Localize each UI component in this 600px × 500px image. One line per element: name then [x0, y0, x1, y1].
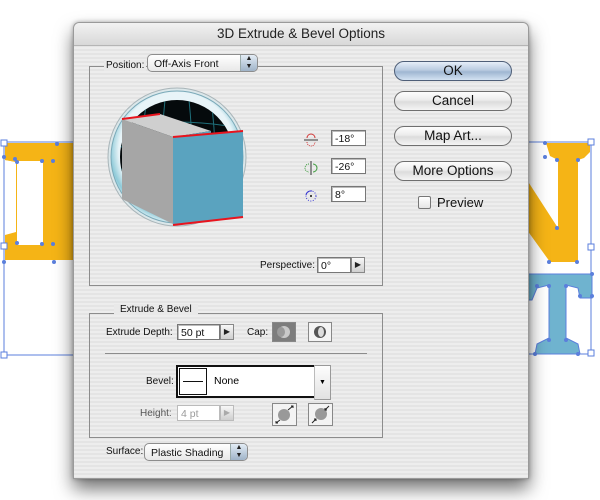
dialog-title: 3D Extrude & Bevel Options	[74, 23, 528, 46]
bevel-label: Bevel:	[146, 376, 174, 387]
position-selected-value: Off-Axis Front	[154, 58, 219, 70]
rotate-x-field[interactable]: -18°	[331, 130, 366, 146]
bevel-select[interactable]: None ▼	[176, 365, 331, 400]
perspective-slider-button[interactable]: ▶	[351, 257, 365, 273]
cap-solid-icon	[277, 326, 290, 338]
bevel-selected-value: None	[214, 375, 240, 387]
preview-checkbox[interactable]	[418, 196, 431, 209]
extrude-depth-field[interactable]: 50 pt	[177, 324, 220, 340]
cap-on-button[interactable]	[272, 322, 296, 342]
rotate-z-field[interactable]: 8°	[331, 186, 366, 202]
extrude-bevel-dialog: 3D Extrude & Bevel Options Position: Off…	[73, 22, 529, 479]
extrude-depth-slider-button[interactable]: ▶	[220, 324, 234, 340]
height-slider-button[interactable]: ▶	[220, 405, 234, 421]
position-label: Position:	[104, 60, 147, 71]
extrude-depth-label: Extrude Depth:	[106, 327, 173, 338]
cap-label: Cap:	[247, 327, 269, 338]
position-select[interactable]: Off-Axis Front ▲ ▼	[147, 54, 258, 72]
perspective-field[interactable]: 0°	[317, 257, 351, 273]
cancel-button[interactable]: Cancel	[394, 91, 512, 111]
height-label: Height:	[140, 408, 172, 419]
bevel-dropdown-button[interactable]: ▼	[314, 365, 331, 400]
bevel-extent-in-button[interactable]	[308, 403, 333, 426]
letter-t-artwork	[526, 272, 594, 356]
extrude-bevel-separator	[105, 353, 367, 354]
more-options-button[interactable]: More Options	[394, 161, 512, 181]
map-art-button[interactable]: Map Art...	[394, 126, 512, 146]
surface-select[interactable]: Plastic Shading ▲ ▼	[144, 443, 248, 461]
rotate-y-field[interactable]: -26°	[331, 158, 366, 174]
bevel-in-icon	[311, 405, 330, 424]
surface-label: Surface:	[106, 446, 144, 457]
rotate-x-axis-icon	[304, 133, 318, 147]
rotate-z-axis-icon	[305, 190, 317, 202]
extrude-bevel-legend: Extrude & Bevel	[114, 304, 198, 315]
cap-off-button[interactable]	[308, 322, 332, 342]
preview-label[interactable]: Preview	[437, 195, 483, 210]
bevel-extent-out-button[interactable]	[272, 403, 297, 426]
perspective-label: Perspective:	[260, 260, 316, 271]
bevel-preview-icon	[179, 368, 207, 395]
surface-selected-value: Plastic Shading	[151, 447, 224, 459]
bevel-out-icon	[275, 405, 294, 424]
rotation-trackball[interactable]	[107, 87, 247, 227]
cap-hollow-icon	[314, 326, 326, 338]
updown-arrows-icon: ▲ ▼	[240, 55, 257, 71]
height-field[interactable]: 4 pt	[177, 405, 220, 421]
rotate-y-axis-icon	[304, 161, 318, 175]
ok-button[interactable]: OK	[394, 61, 512, 81]
updown-arrows-icon: ▲ ▼	[230, 444, 247, 460]
